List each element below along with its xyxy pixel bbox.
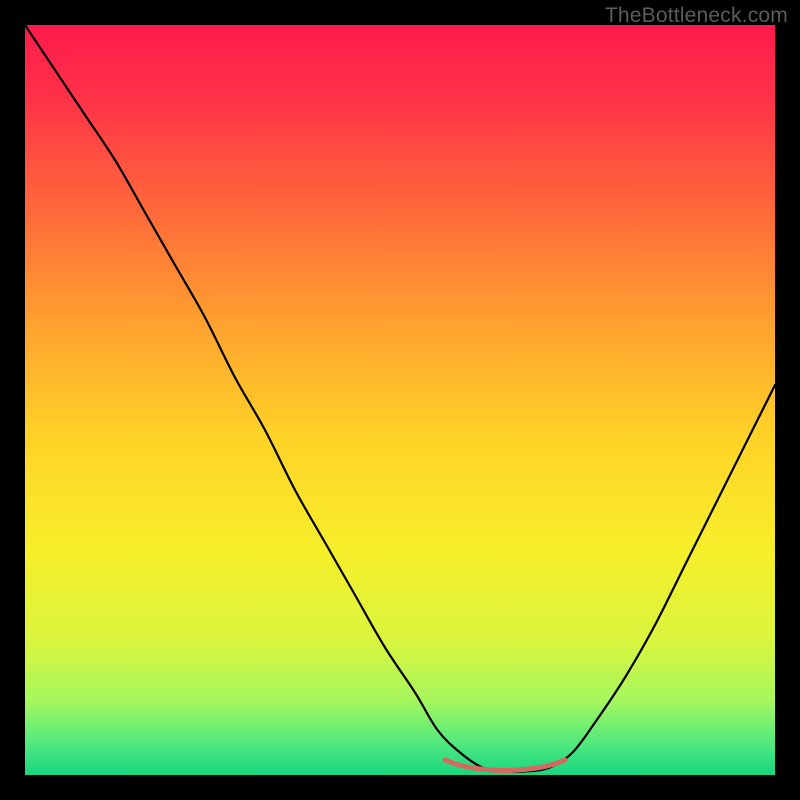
chart-frame: TheBottleneck.com [0,0,800,800]
gradient-background [25,25,775,775]
plot-area [25,25,775,775]
watermark-text: TheBottleneck.com [605,4,788,28]
plot-svg [25,25,775,775]
